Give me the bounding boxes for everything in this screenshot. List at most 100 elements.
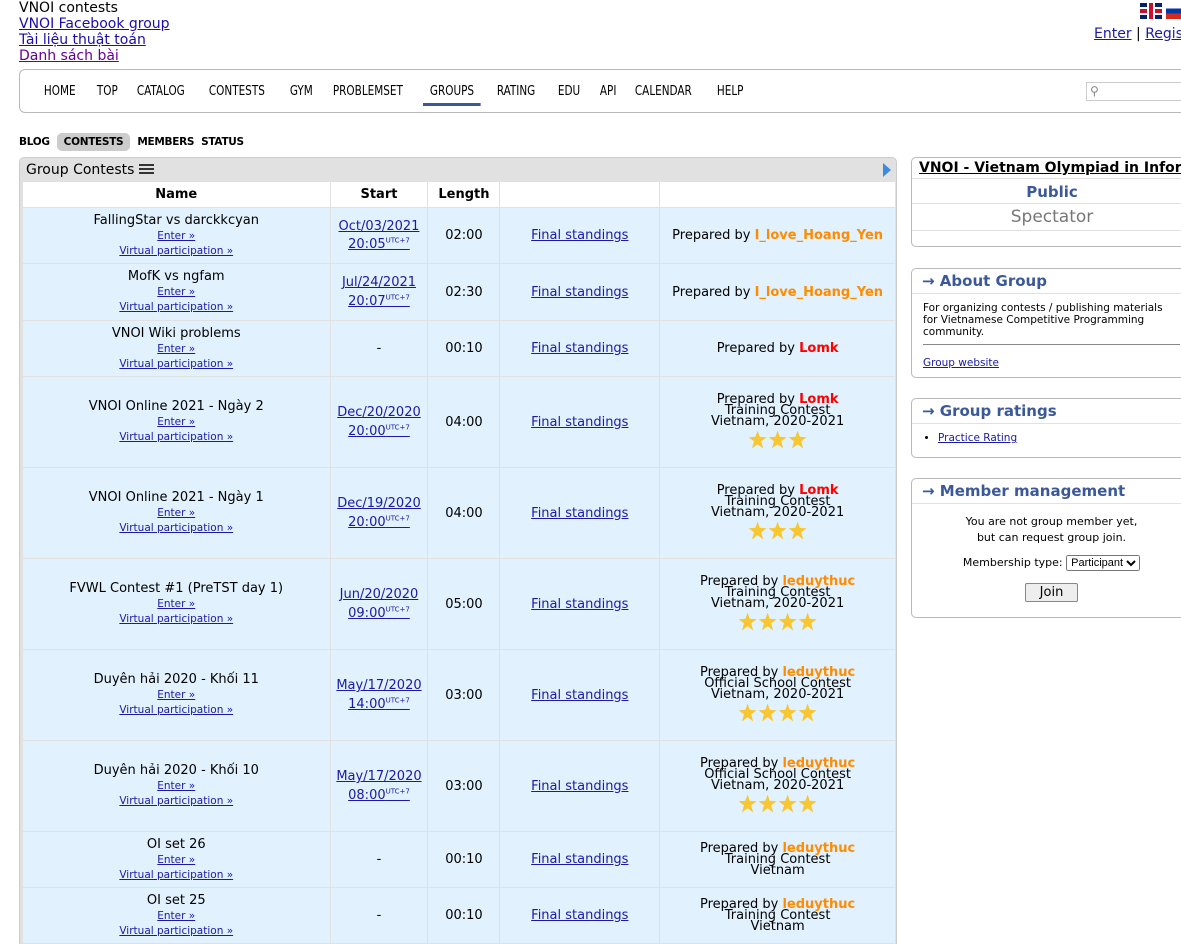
enter-contest-link[interactable]: Enter » [23,909,330,924]
contest-name-cell: Duyên hải 2020 - Khối 10 Enter » Virtual p… [22,740,331,832]
contest-start-link[interactable]: Dec/20/2020 20:00UTC+7 [337,405,421,438]
search-input[interactable]: ⚲ [1086,82,1181,101]
standings-cell: Final standings [499,740,661,832]
author-link[interactable]: Lomk [799,341,838,356]
virtual-participation-link[interactable]: Virtual participation » [23,703,330,718]
enter-contest-link[interactable]: Enter » [23,285,330,300]
standings-cell: Final standings [499,320,661,377]
virtual-participation-link[interactable]: Virtual participation » [23,244,330,259]
register-link[interactable]: Register [1145,26,1181,42]
menu-item-problemset[interactable]: PROBLEMSET [326,83,410,106]
start-date: Jun/20/2020 [339,587,419,603]
tab-contests[interactable]: CONTESTS [56,133,131,151]
difficulty-stars [660,430,895,451]
final-standings-link[interactable]: Final standings [531,228,628,243]
author-link[interactable]: I_love_Hoang_Yen [755,228,883,243]
menu-item-rating[interactable]: RATING [490,83,542,106]
table-row: FVWL Contest #1 (PreTST day 1) Enter » Vir… [22,558,896,650]
header-start: Start [329,181,429,208]
tab-blog[interactable]: BLOG [19,133,57,151]
contest-name: VNOI Online 2021 - Ngày 2 [88,399,264,414]
problem-list-link[interactable]: Danh sách bài [19,48,170,64]
expand-arrow-icon[interactable] [883,163,891,177]
tab-members[interactable]: MEMBERS [137,133,201,151]
virtual-participation-link[interactable]: Virtual participation » [23,868,330,883]
contest-region: Vietnam, 2020-2021 [710,413,845,429]
enter-contest-link[interactable]: Enter » [23,853,330,868]
group-website-link[interactable]: Group website [923,357,999,369]
contest-info-cell: Prepared by leduythuc Training Contest Vie… [659,558,896,650]
contest-name: Duyên hải 2020 - Khối 10 [93,763,259,778]
star-icon [758,794,777,813]
virtual-participation-link[interactable]: Virtual participation » [23,300,330,315]
list-icon[interactable] [138,164,154,175]
facebook-group-link[interactable]: VNOI Facebook group [19,16,170,32]
menu-item-edu[interactable]: EDU [551,83,587,106]
enter-contest-link[interactable]: Enter » [23,342,330,357]
site-title: VNOI contests [19,0,118,16]
virtual-participation-link[interactable]: Virtual participation » [23,357,330,372]
author-link[interactable]: I_love_Hoang_Yen [755,285,883,300]
standings-cell: Final standings [499,207,661,264]
final-standings-link[interactable]: Final standings [531,341,628,356]
final-standings-link[interactable]: Final standings [531,285,628,300]
enter-contest-link[interactable]: Enter » [23,415,330,430]
virtual-participation-link[interactable]: Virtual participation » [23,430,330,445]
virtual-participation-link[interactable]: Virtual participation » [23,794,330,809]
virtual-participation-link[interactable]: Virtual participation » [23,521,330,536]
menu-item-gym[interactable]: GYM [283,83,320,106]
menu-item-api[interactable]: API [593,83,623,106]
final-standings-link[interactable]: Final standings [531,779,628,794]
tab-status[interactable]: STATUS [201,133,251,151]
menu-item-groups[interactable]: GROUPS [422,83,481,106]
menu-item-home[interactable]: HOME [37,83,82,106]
menu-item-calendar[interactable]: CALENDAR [628,83,699,106]
group-title-link[interactable]: VNOI - Vietnam Olympiad in Informatics [912,158,1181,178]
contest-info-cell: Prepared by Lomk Training Contest Vietnam,… [659,467,896,559]
contest-name: VNOI Online 2021 - Ngày 1 [88,490,264,505]
start-date: Dec/20/2020 [337,405,421,421]
contest-start-link[interactable]: May/17/2020 14:00UTC+7 [336,678,421,711]
english-flag-icon[interactable] [1140,3,1162,19]
virtual-participation-link[interactable]: Virtual participation » [23,924,330,939]
final-standings-link[interactable]: Final standings [531,597,628,612]
final-standings-link[interactable]: Final standings [531,688,628,703]
member-management-box: → Member management You are not group me… [911,478,1181,618]
menu-item-top[interactable]: TOP [90,83,125,106]
final-standings-link[interactable]: Final standings [531,852,628,867]
star-icon [768,430,787,449]
contest-name: FVWL Contest #1 (PreTST day 1) [69,581,284,596]
enter-link[interactable]: Enter [1094,26,1132,42]
table-row: VNOI Online 2021 - Ngày 2 Enter » Virtual … [22,376,896,468]
contest-start-link[interactable]: Oct/03/2021 20:05UTC+7 [339,219,420,252]
contest-start-link[interactable]: Dec/19/2020 20:00UTC+7 [337,496,421,529]
contest-start-link[interactable]: Jun/20/2020 09:00UTC+7 [340,587,419,620]
about-text: For organizing contests / publishing mat… [923,302,1163,338]
enter-contest-link[interactable]: Enter » [23,597,330,612]
contest-length: 03:00 [427,740,501,832]
membership-type-select[interactable]: Participant [1066,555,1141,571]
menu-item-catalog[interactable]: CATALOG [130,83,192,106]
join-button[interactable]: Join [1024,583,1079,602]
final-standings-link[interactable]: Final standings [531,506,628,521]
russian-flag-icon[interactable] [1166,3,1181,19]
contest-start-link[interactable]: May/17/2020 08:00UTC+7 [336,769,421,802]
contest-start-cell: Dec/19/2020 20:00UTC+7 [329,467,429,559]
enter-contest-link[interactable]: Enter » [23,688,330,703]
star-icon [758,703,777,722]
start-date: Oct/03/2021 [338,218,420,234]
enter-contest-link[interactable]: Enter » [23,229,330,244]
enter-contest-link[interactable]: Enter » [23,779,330,794]
star-icon [748,430,767,449]
enter-contest-link[interactable]: Enter » [23,506,330,521]
contest-name: OI set 26 [146,836,206,852]
final-standings-link[interactable]: Final standings [531,415,628,430]
group-ratings-box: → Group ratings Practice Rating [911,398,1181,458]
virtual-participation-link[interactable]: Virtual participation » [23,612,330,627]
final-standings-link[interactable]: Final standings [531,908,628,923]
contest-start-link[interactable]: Jul/24/2021 20:07UTC+7 [342,275,416,308]
practice-rating-link[interactable]: Practice Rating [938,432,1017,444]
algorithm-docs-link[interactable]: Tài liệu thuật toán [19,32,170,48]
menu-item-help[interactable]: HELP [710,83,750,106]
menu-item-contests[interactable]: CONTESTS [202,83,272,106]
